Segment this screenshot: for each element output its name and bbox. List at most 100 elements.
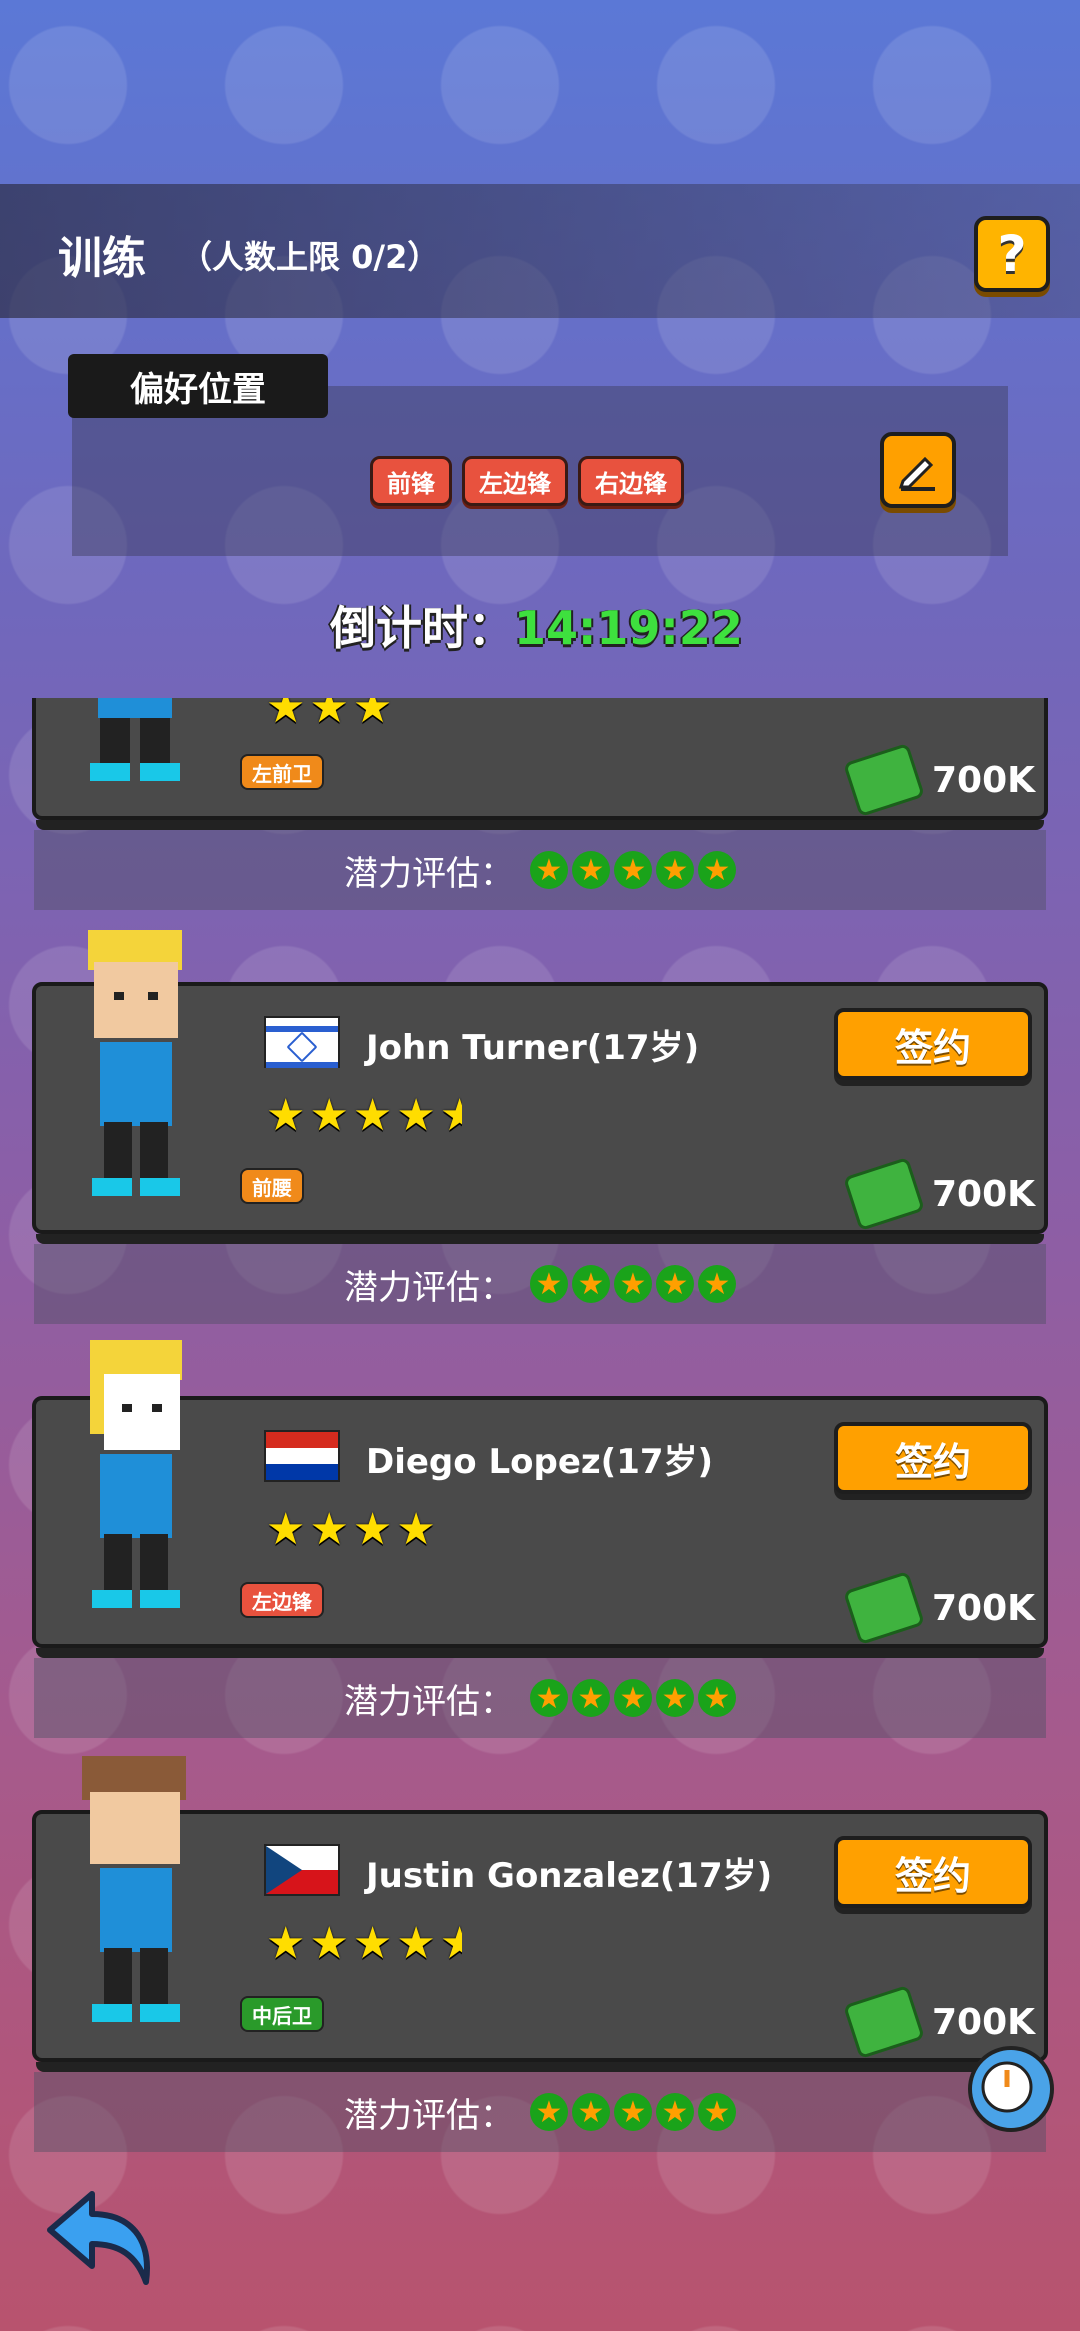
sign-button[interactable]: 签约 (834, 1836, 1032, 1908)
price-value: 700K (932, 1173, 1036, 1215)
cash-icon (843, 1570, 925, 1646)
potential-star-icon: ★ (698, 1679, 736, 1717)
potential-row: 潜力评估： ★ ★ ★ ★ ★ (34, 1658, 1046, 1738)
potential-star-icon: ★ (698, 851, 736, 889)
star-icon: ★ (309, 1090, 349, 1141)
star-icon: ★ (266, 1918, 306, 1969)
countdown: 倒计时：14:19:22 (330, 592, 743, 658)
back-button[interactable] (40, 2186, 160, 2296)
cash-icon (843, 742, 925, 818)
star-icon: ★ (352, 1504, 393, 1555)
flag-icon (264, 1844, 340, 1896)
half-star-icon: ★ (439, 1922, 462, 1966)
flag-icon (264, 1430, 340, 1482)
player-name: Diego Lopez(17岁) (366, 1442, 714, 1482)
tag-right-winger: 右边锋 (578, 456, 684, 506)
potential-stars: ★ ★ ★ ★ ★ (530, 1679, 736, 1717)
player-price: 700K (843, 1156, 1036, 1232)
potential-row: 潜力评估： ★ ★ ★ ★ ★ (34, 1244, 1046, 1324)
potential-star-icon: ★ (572, 1265, 610, 1303)
star-icon: ★ (309, 1918, 349, 1969)
position-badge: 中后卫 (240, 1996, 324, 2032)
potential-star-icon: ★ (530, 2093, 568, 2131)
player-rating: ★ ★ ★ (266, 698, 392, 730)
potential-label: 潜力评估： (344, 1267, 514, 1308)
potential-row: 潜力评估： ★ ★ ★ ★ ★ (34, 830, 1046, 910)
cash-icon (843, 1984, 925, 2060)
question-icon: ? (997, 225, 1027, 283)
potential-star-icon: ★ (572, 1679, 610, 1717)
sign-button[interactable]: 签约 (834, 1422, 1032, 1494)
player-rating: ★ ★ ★ ★ (266, 1508, 436, 1552)
star-icon: ★ (266, 1504, 306, 1555)
player-list[interactable]: ★ ★ ★ 左前卫 700K 潜力评估： ★ ★ ★ ★ ★ John Turner(17岁… (0, 698, 1080, 2158)
tag-forward: 前锋 (370, 456, 452, 506)
sign-button[interactable]: 签约 (834, 1008, 1032, 1080)
potential-label: 潜力评估： (344, 853, 514, 894)
player-price: 700K (843, 742, 1036, 818)
player-name: Justin Gonzalez(17岁) (366, 1856, 773, 1896)
player-avatar (60, 1334, 210, 1624)
potential-star-icon: ★ (530, 851, 568, 889)
stopwatch-icon[interactable] (968, 2046, 1054, 2132)
potential-stars: ★ ★ ★ ★ ★ (530, 2093, 736, 2131)
star-icon: ★ (309, 698, 349, 733)
star-icon: ★ (352, 1918, 393, 1969)
player-avatar (60, 922, 210, 1212)
countdown-time: 14:19:22 (514, 601, 743, 655)
potential-label: 潜力评估： (344, 2095, 514, 2136)
flag-icon (264, 1016, 340, 1068)
back-arrow-icon (47, 2191, 150, 2285)
price-value: 700K (932, 1587, 1036, 1629)
potential-stars: ★ ★ ★ ★ ★ (530, 1265, 736, 1303)
countdown-label: 倒计时： (330, 601, 514, 655)
star-icon: ★ (309, 1504, 349, 1555)
player-rating: ★ ★ ★ ★ ★ (266, 1922, 462, 1966)
position-badge: 左前卫 (240, 754, 324, 790)
player-avatar (60, 1748, 210, 2038)
potential-star-icon: ★ (656, 1265, 694, 1303)
potential-star-icon: ★ (614, 1679, 652, 1717)
player-price: 700K (843, 1984, 1036, 2060)
star-icon: ★ (352, 1090, 393, 1141)
price-value: 700K (932, 759, 1036, 801)
help-button[interactable]: ? (974, 216, 1050, 292)
potential-star-icon: ★ (698, 2093, 736, 2131)
preference-tab: 偏好位置 (68, 354, 328, 418)
cash-icon (843, 1156, 925, 1232)
player-rating: ★ ★ ★ ★ ★ (266, 1094, 462, 1138)
star-icon: ★ (396, 1918, 436, 1969)
preference-tags: 前锋 左边锋 右边锋 (370, 456, 684, 506)
star-icon: ★ (396, 1090, 436, 1141)
page-title: 训练 (58, 233, 146, 284)
header-bar (0, 184, 1080, 318)
player-avatar (60, 698, 210, 798)
star-icon: ★ (352, 698, 393, 733)
potential-star-icon: ★ (656, 2093, 694, 2131)
potential-stars: ★ ★ ★ ★ ★ (530, 851, 736, 889)
half-star-icon: ★ (439, 1094, 462, 1138)
potential-star-icon: ★ (572, 2093, 610, 2131)
position-badge: 前腰 (240, 1168, 304, 1204)
potential-star-icon: ★ (572, 851, 610, 889)
potential-row: 潜力评估： ★ ★ ★ ★ ★ (34, 2072, 1046, 2152)
star-icon: ★ (396, 1504, 436, 1555)
potential-star-icon: ★ (530, 1679, 568, 1717)
tag-left-winger: 左边锋 (462, 456, 568, 506)
potential-label: 潜力评估： (344, 1681, 514, 1722)
edit-icon (898, 456, 935, 491)
capacity-label: （人数上限 0/2） (180, 238, 440, 276)
player-name: John Turner(17岁) (366, 1028, 700, 1068)
player-price: 700K (843, 1570, 1036, 1646)
potential-star-icon: ★ (614, 851, 652, 889)
price-value: 700K (932, 2001, 1036, 2043)
potential-star-icon: ★ (614, 1265, 652, 1303)
potential-star-icon: ★ (530, 1265, 568, 1303)
potential-star-icon: ★ (614, 2093, 652, 2131)
star-icon: ★ (266, 1090, 306, 1141)
position-badge: 左边锋 (240, 1582, 324, 1618)
potential-star-icon: ★ (656, 1679, 694, 1717)
potential-star-icon: ★ (698, 1265, 736, 1303)
edit-preference-button[interactable] (880, 432, 956, 508)
potential-star-icon: ★ (656, 851, 694, 889)
